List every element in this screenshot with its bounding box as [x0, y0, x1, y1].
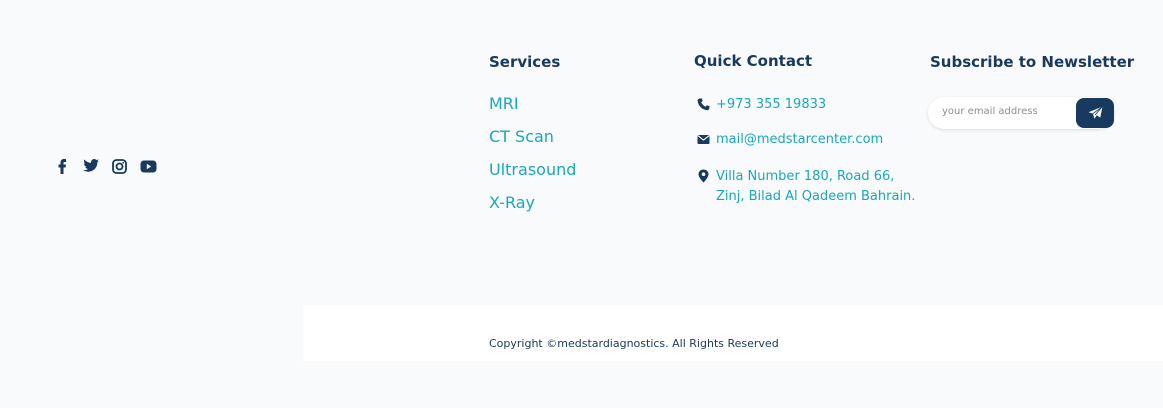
- newsletter-form: [928, 97, 1114, 129]
- quick-contact-heading: Quick Contact: [694, 52, 813, 70]
- social-links: [52, 157, 158, 175]
- envelope-icon: [696, 132, 710, 146]
- map-marker-icon: [696, 169, 710, 183]
- send-icon: [1088, 106, 1103, 119]
- copyright-text: Copyright ©medstardiagnostics. All Right…: [489, 337, 779, 350]
- phone-icon: [696, 97, 710, 111]
- twitter-link[interactable]: [81, 157, 100, 175]
- service-link-ultrasound[interactable]: Ultrasound: [489, 160, 576, 193]
- twitter-icon: [82, 159, 99, 172]
- contact-email[interactable]: mail@medstarcenter.com: [696, 130, 883, 150]
- newsletter-heading: Subscribe to Newsletter: [930, 53, 1135, 71]
- service-link-mri[interactable]: MRI: [489, 94, 576, 127]
- address-text: Villa Number 180, Road 66, Zinj, Bilad A…: [716, 169, 916, 204]
- services-heading: Services: [489, 53, 561, 71]
- service-link-x-ray[interactable]: X-Ray: [489, 193, 576, 226]
- contact-phone[interactable]: +973 355 19833: [696, 95, 826, 115]
- service-link-ct-scan[interactable]: CT Scan: [489, 127, 576, 160]
- youtube-icon: [140, 160, 157, 172]
- newsletter-submit-button[interactable]: [1076, 98, 1114, 128]
- facebook-link[interactable]: [52, 157, 71, 175]
- email-address: mail@medstarcenter.com: [716, 132, 884, 147]
- copyright-bar: Copyright ©medstardiagnostics. All Right…: [303, 305, 1163, 361]
- instagram-icon: [112, 158, 127, 174]
- services-list: MRI CT Scan Ultrasound X-Ray: [489, 94, 576, 226]
- newsletter-email-input[interactable]: [940, 105, 1069, 118]
- youtube-link[interactable]: [139, 157, 158, 175]
- instagram-link[interactable]: [110, 157, 129, 175]
- contact-address: Villa Number 180, Road 66, Zinj, Bilad A…: [696, 167, 921, 207]
- facebook-icon: [58, 159, 66, 174]
- phone-number: +973 355 19833: [716, 97, 827, 112]
